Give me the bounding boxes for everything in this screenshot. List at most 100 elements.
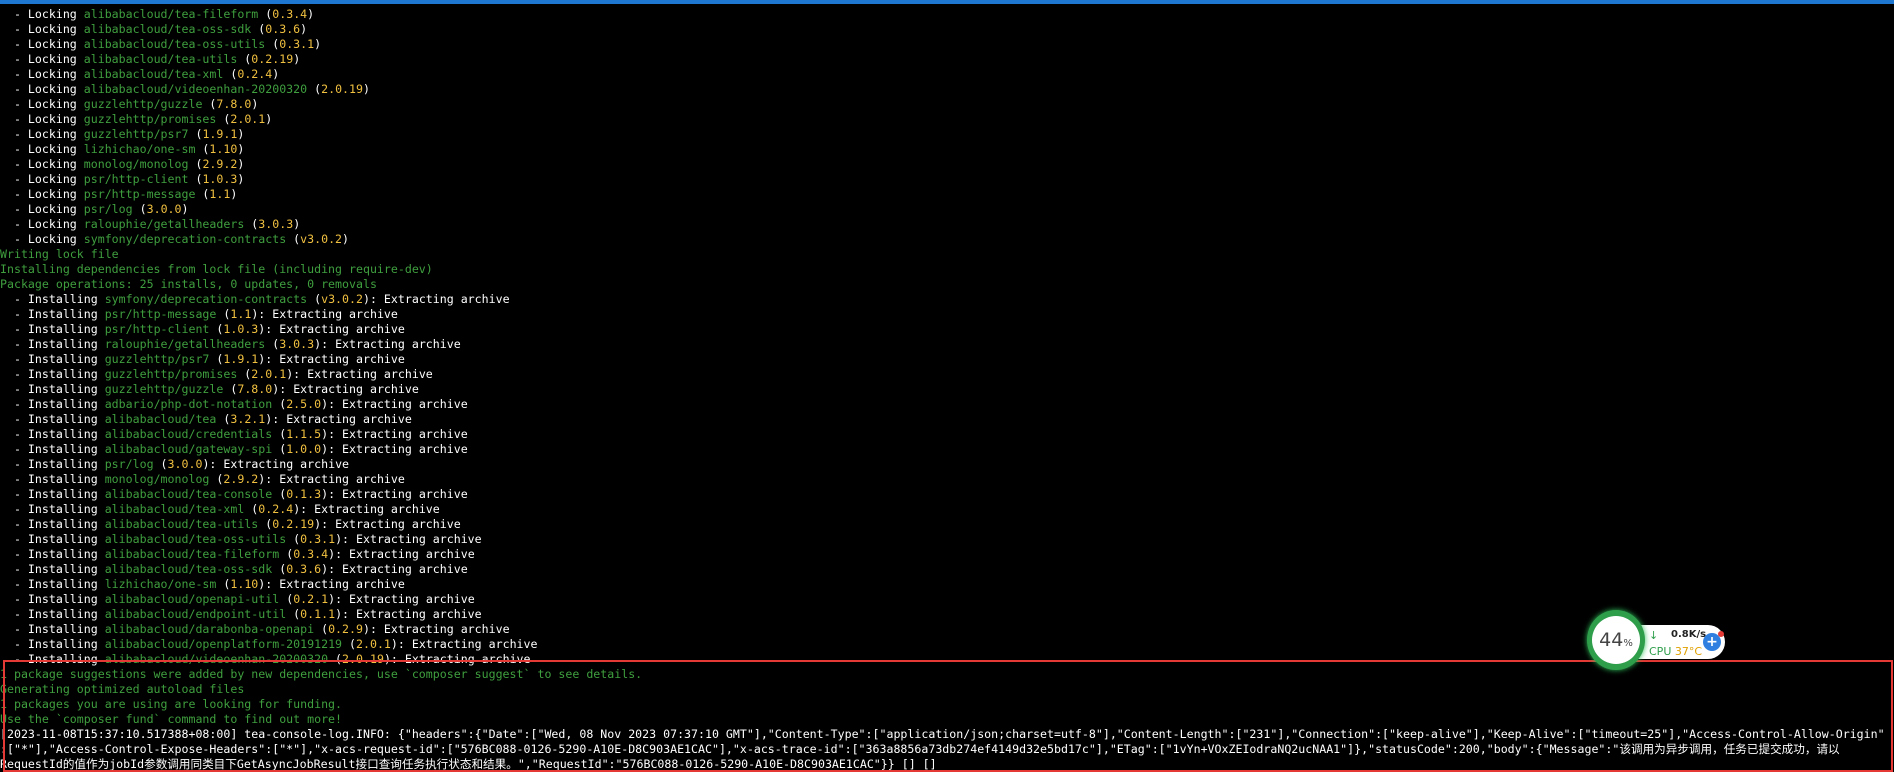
- line-text: ): Extracting archive: [265, 412, 412, 426]
- line-text: - Locking: [0, 7, 84, 21]
- package-name: monolog/monolog: [104, 472, 210, 486]
- terminal-line: - Installing psr/http-client (1.0.3): Ex…: [0, 322, 1894, 337]
- terminal-line: - Locking guzzlehttp/guzzle (7.8.0): [0, 97, 1894, 112]
- line-text: (: [258, 517, 273, 531]
- line-text: (: [272, 442, 287, 456]
- package-name: adbario/php-dot-notation: [104, 397, 273, 411]
- terminal-line: - Installing alibabacloud/tea (3.2.1): E…: [0, 412, 1894, 427]
- package-name: Installing dependencies from lock file (…: [0, 262, 433, 276]
- terminal-line: - Locking guzzlehttp/promises (2.0.1): [0, 112, 1894, 127]
- terminal-line: [2023-11-08T15:37:10.517388+08:00] tea-c…: [0, 727, 1894, 742]
- line-text: (: [272, 427, 287, 441]
- line-text: (: [216, 307, 231, 321]
- line-text: - Installing: [0, 382, 105, 396]
- terminal-line: - Locking psr/log (3.0.0): [0, 202, 1894, 217]
- package-name: 1 packages you are using are looking for…: [0, 697, 343, 711]
- line-text: - Installing: [0, 562, 105, 576]
- line-text: ): Extracting archive: [321, 487, 468, 501]
- line-text: ): Extracting archive: [258, 322, 405, 336]
- terminal-line: - Locking symfony/deprecation-contracts …: [0, 232, 1894, 247]
- terminal-line: - Installing alibabacloud/credentials (1…: [0, 427, 1894, 442]
- line-text: ): [293, 52, 301, 66]
- package-name: Use the `composer fund` command to find …: [0, 712, 343, 726]
- line-text: - Locking: [0, 232, 84, 246]
- line-text: (: [265, 37, 280, 51]
- version-number: 1.1.5: [286, 427, 322, 441]
- terminal-line: - Installing alibabacloud/openapi-util (…: [0, 592, 1894, 607]
- terminal-line: - Installing ralouphie/getallheaders (3.…: [0, 337, 1894, 352]
- version-number: 3.0.0: [146, 202, 182, 216]
- line-text: ): Extracting archive: [258, 472, 405, 486]
- line-text: - Locking: [0, 202, 84, 216]
- line-text: - Installing: [0, 352, 105, 366]
- line-text: ): Extracting archive: [321, 427, 468, 441]
- version-number: 7.8.0: [237, 382, 273, 396]
- line-text: ): Extracting archive: [258, 352, 405, 366]
- line-text: ): Extracting archive: [362, 622, 510, 636]
- version-number: 1.0.3: [223, 322, 259, 336]
- line-text: ): [363, 82, 370, 96]
- line-text: ): [237, 127, 245, 141]
- line-text: - Locking: [0, 157, 84, 171]
- cpu-usage-ring: 44%: [1587, 610, 1645, 670]
- line-text: - Installing: [0, 652, 105, 666]
- version-number: 2.9.2: [202, 157, 238, 171]
- terminal-line: - Installing alibabacloud/tea-oss-utils …: [0, 532, 1894, 547]
- line-text: - Installing: [0, 577, 105, 591]
- version-number: 1.10: [230, 577, 259, 591]
- package-name: Generating optimized autoload files: [0, 682, 245, 696]
- line-text: ): Extracting archive: [362, 292, 510, 306]
- line-text: ): [265, 112, 273, 126]
- package-name: psr/log: [83, 202, 133, 216]
- terminal-line: Writing lock file: [0, 247, 1894, 262]
- line-text: [2023-11-08T15:37:10.517388+08:00] tea-c…: [0, 727, 1885, 741]
- version-number: 0.2.4: [258, 502, 294, 516]
- version-number: 0.2.9: [328, 622, 363, 636]
- line-text: - Installing: [0, 292, 105, 306]
- line-text: - Installing: [0, 487, 105, 501]
- package-name: alibabacloud/videoenhan-20200320: [104, 652, 329, 666]
- line-text: - Installing: [0, 457, 105, 471]
- package-name: psr/http-message: [104, 307, 217, 321]
- version-number: 0.3.4: [272, 7, 308, 21]
- line-text: (: [307, 82, 322, 96]
- package-name: Writing lock file: [0, 247, 119, 261]
- line-text: ): Extracting archive: [321, 562, 468, 576]
- terminal-line: - Locking guzzlehttp/psr7 (1.9.1): [0, 127, 1894, 142]
- terminal-line: - Installing monolog/monolog (2.9.2): Ex…: [0, 472, 1894, 487]
- package-name: guzzlehttp/promises: [104, 367, 238, 381]
- package-name: alibabacloud/tea-oss-sdk: [104, 562, 273, 576]
- line-text: - Installing: [0, 622, 105, 636]
- line-text: ): [293, 217, 301, 231]
- line-text: - Locking: [0, 112, 84, 126]
- cpu-usage-percent: 44%: [1599, 629, 1633, 651]
- terminal-line: - Installing guzzlehttp/promises (2.0.1)…: [0, 367, 1894, 382]
- line-text: ): [272, 67, 280, 81]
- version-number: 0.2.19: [251, 52, 294, 66]
- package-name: Package operations: 25 installs, 0 updat…: [0, 277, 377, 291]
- line-text: - Locking: [0, 217, 84, 231]
- line-text: - Installing: [0, 532, 105, 546]
- terminal-line: - Locking alibabacloud/videoenhan-202003…: [0, 82, 1894, 97]
- package-name: alibabacloud/gateway-spi: [104, 442, 273, 456]
- terminal-line: - Locking lizhichao/one-sm (1.10): [0, 142, 1894, 157]
- system-monitor-widget[interactable]: 44% ↓ 0.8K/s CPU 37°C +: [1587, 610, 1729, 674]
- line-text: - Locking: [0, 37, 84, 51]
- package-name: alibabacloud/credentials: [104, 427, 273, 441]
- terminal-line: - Installing alibabacloud/tea-oss-sdk (0…: [0, 562, 1894, 577]
- line-text: - Installing: [0, 547, 105, 561]
- version-number: 2.0.1: [230, 112, 266, 126]
- line-text: (: [223, 67, 238, 81]
- line-text: (: [279, 592, 294, 606]
- line-text: ): [251, 97, 259, 111]
- terminal-line: - Installing guzzlehttp/guzzle (7.8.0): …: [0, 382, 1894, 397]
- line-text: ): Extracting archive: [335, 607, 482, 621]
- line-text: (: [195, 187, 210, 201]
- line-text: ): Extracting archive: [383, 652, 531, 666]
- version-number: 1.0.3: [202, 172, 238, 186]
- package-name: alibabacloud/endpoint-util: [104, 607, 287, 621]
- version-number: 1.9.1: [202, 127, 238, 141]
- line-text: (: [132, 202, 147, 216]
- line-text: - Locking: [0, 52, 84, 66]
- line-text: - Installing: [0, 427, 105, 441]
